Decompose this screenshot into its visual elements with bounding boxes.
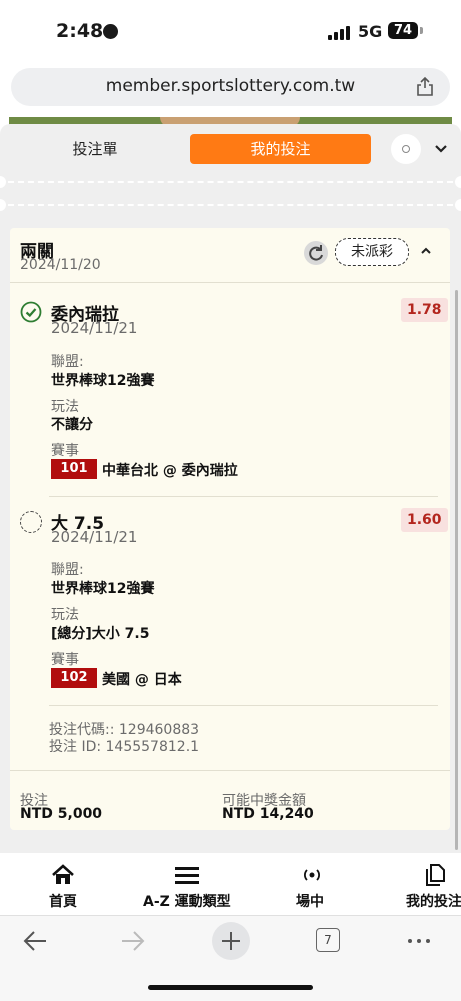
nav-az-sports[interactable]: A-Z 運動類型	[138, 853, 238, 915]
match-name: 美國 @ 日本	[102, 672, 182, 688]
nav-label: 首頁	[49, 894, 77, 910]
home-indicator	[148, 985, 313, 990]
divider	[49, 705, 438, 706]
selection-date: 2024/11/21	[51, 528, 138, 546]
plus-icon	[222, 932, 240, 950]
refresh-icon[interactable]	[304, 241, 328, 265]
league-label: 聯盟:	[51, 562, 84, 578]
divider	[10, 282, 450, 283]
divider	[10, 770, 450, 771]
payout-value: NTD 14,240	[222, 806, 314, 822]
new-tab-button[interactable]	[212, 922, 250, 960]
back-icon[interactable]	[22, 924, 48, 958]
ticket-notch	[455, 176, 461, 188]
nav-label: A-Z 運動類型	[143, 894, 231, 910]
nav-my-bets[interactable]: 我的投注	[398, 853, 461, 915]
status-time: 2:48	[56, 20, 104, 42]
match-code: 101	[51, 459, 97, 479]
league-value: 世界棒球12強賽	[51, 581, 155, 597]
tab-my-bets[interactable]: 我的投注	[190, 134, 371, 164]
play-label: 玩法	[51, 607, 79, 623]
settings-icon	[402, 145, 410, 153]
status-bar: 2:48 5G 74	[0, 0, 461, 62]
pending-circle-icon	[20, 511, 42, 533]
divider	[8, 181, 453, 183]
event-label: 賽事	[51, 443, 79, 459]
network-type: 5G	[358, 22, 383, 41]
battery-icon: 74	[388, 22, 418, 39]
live-icon	[304, 869, 320, 881]
location-icon	[103, 24, 118, 39]
share-icon[interactable]	[416, 76, 434, 96]
address-bar[interactable]: member.sportslottery.com.tw	[11, 68, 450, 106]
odds-badge: 1.78	[401, 298, 448, 322]
home-icon	[52, 864, 74, 884]
divider	[8, 204, 453, 206]
forward-icon[interactable]	[120, 924, 146, 958]
play-value: [總分]大小 7.5	[51, 626, 150, 642]
match-code: 102	[51, 668, 97, 688]
selection-date: 2024/11/21	[51, 319, 138, 337]
more-icon[interactable]	[406, 924, 432, 958]
tab-bet-slip[interactable]: 投注單	[40, 138, 150, 162]
settings-button[interactable]	[391, 134, 421, 164]
tabs-button[interactable]: 7	[316, 928, 340, 952]
url-text[interactable]: member.sportslottery.com.tw	[11, 76, 450, 96]
odds-badge: 1.60	[401, 508, 448, 532]
menu-icon	[175, 867, 199, 884]
league-value: 世界棒球12強賽	[51, 373, 155, 389]
signal-icon	[328, 26, 352, 40]
nav-label: 場中	[296, 894, 324, 910]
bet-date: 2024/11/20	[20, 257, 101, 273]
check-circle-icon	[20, 301, 42, 323]
play-value: 不讓分	[51, 417, 93, 433]
battery-tip	[420, 27, 423, 34]
ticket-notch	[455, 199, 461, 211]
stake-value: NTD 5,000	[20, 806, 103, 822]
nav-home[interactable]: 首頁	[30, 853, 96, 915]
bet-id: 投注 ID: 145557812.1	[49, 739, 200, 755]
play-label: 玩法	[51, 399, 79, 415]
match-name: 中華台北 @ 委內瑞拉	[102, 463, 238, 479]
bottom-nav: 首頁 A-Z 運動類型 場中 我的投注	[0, 853, 461, 915]
chevron-down-icon[interactable]	[432, 140, 450, 158]
event-label: 賽事	[51, 652, 79, 668]
league-label: 聯盟:	[51, 354, 84, 370]
divider	[49, 496, 438, 497]
nav-label: 我的投注	[406, 894, 461, 910]
nav-live[interactable]: 場中	[282, 853, 342, 915]
status-badge: 未派彩	[335, 238, 409, 266]
my-bets-icon	[426, 864, 445, 886]
scrollbar[interactable]	[455, 290, 458, 850]
chevron-up-icon[interactable]	[419, 244, 433, 258]
